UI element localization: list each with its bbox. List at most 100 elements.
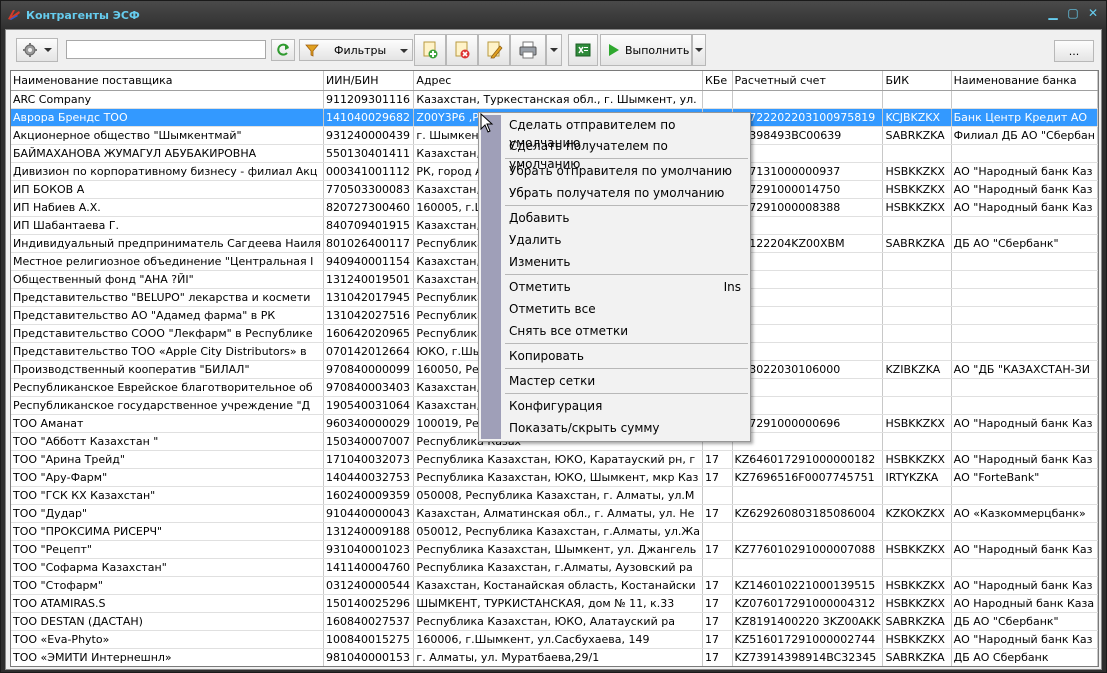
table-cell: 17	[702, 540, 733, 559]
menu-edit[interactable]: Изменить	[509, 253, 741, 271]
delete-record-button[interactable]	[446, 34, 478, 66]
table-row[interactable]: ТОО "Дудар" 910440000043 Казахстан, Алмати…	[11, 504, 1098, 523]
menu-set-default-receiver[interactable]: Сделать получателем по умолчанию	[509, 137, 741, 171]
table-cell	[732, 288, 884, 307]
filters-button[interactable]: Фильтры	[299, 39, 413, 61]
table-cell: 131042027516	[323, 306, 415, 325]
table-cell: 911209301116	[323, 90, 415, 109]
table-row[interactable]: ТОО "Софарма Казахстан" 141140004760 Респу…	[11, 558, 1098, 577]
table-cell: 17	[702, 504, 733, 523]
table-cell: KZ146010221000139515	[732, 576, 884, 595]
column-header[interactable]: Адрес	[413, 71, 704, 91]
chevron-down-icon	[695, 48, 703, 52]
menu-mark[interactable]: Отметить Ins	[509, 278, 741, 296]
table-cell: KZIBKZKA	[882, 360, 952, 379]
table-cell	[951, 378, 1098, 397]
table-cell: KZ646017291000000182	[732, 450, 884, 469]
column-header[interactable]: БИК	[882, 71, 952, 91]
table-cell: Банк Центр Кредит АО	[951, 108, 1098, 127]
execute-options-button[interactable]	[692, 34, 706, 66]
table-cell: ИП Шабантаева Г.	[11, 216, 325, 235]
excel-icon	[575, 43, 591, 57]
table-cell: KZ629260803185086004	[732, 504, 884, 523]
menu-remove-default-sender[interactable]: Убрать отправителя по умолчанию	[509, 162, 741, 180]
table-cell: Республика Казахстан, Шымкент, ул. Джанг…	[413, 540, 704, 559]
column-header[interactable]: Наименование поставщика	[11, 71, 325, 91]
table-row[interactable]: ТОО "Арина Трейд" 171040032073 Республика …	[11, 450, 1098, 469]
export-excel-button[interactable]	[568, 34, 598, 66]
table-cell	[882, 252, 952, 271]
table-row[interactable]: ТОО "ПРОКСИМА РИСЕРЧ" 131240009188 050012,…	[11, 522, 1098, 541]
chevron-down-icon	[44, 48, 52, 52]
maximize-icon[interactable]: ▢	[1066, 6, 1080, 20]
title-bar[interactable]: Контрагенты ЭСФ ▁ ▢ ✕	[1, 1, 1106, 29]
table-cell: KZ076017291000004312	[732, 594, 884, 613]
table-cell: ТОО «ЭМИТИ Интернешнл»	[11, 648, 325, 666]
menu-remove-default-receiver[interactable]: Убрать получателя по умолчанию	[509, 184, 741, 202]
menu-toggle-sum[interactable]: Показать/скрыть сумму	[509, 419, 741, 437]
table-cell: ИП БОКОВ А	[11, 180, 325, 199]
table-cell: 820727300460	[323, 198, 415, 217]
menu-unmark-all[interactable]: Снять все отметки	[509, 322, 741, 340]
table-cell	[882, 324, 952, 343]
menu-mark-all[interactable]: Отметить все	[509, 300, 741, 318]
settings-button[interactable]	[16, 38, 58, 62]
table-cell: БАЙМАХАНОВА ЖУМАГУЛ АБУБАКИРОВНА	[11, 144, 325, 163]
table-cell: KZ776010291000007088	[732, 540, 884, 559]
table-row[interactable]: ТОО «Eva-Phyto» 100840015275 160006, г.Шым…	[11, 630, 1098, 649]
add-record-button[interactable]	[414, 34, 446, 66]
table-cell: KZ7131000000937	[732, 162, 884, 181]
minimize-icon[interactable]: ▁	[1046, 6, 1060, 20]
table-cell: Казахстан, Туркестанская обл., г. Шымкен…	[413, 90, 704, 109]
table-cell: 910440000043	[323, 504, 415, 523]
table-cell	[702, 486, 733, 505]
column-header[interactable]: Расчетный счет	[732, 71, 884, 91]
table-cell: Республиканское Еврейское благотворитель…	[11, 378, 325, 397]
table-cell: KZ7291000000696	[732, 414, 884, 433]
menu-grid-wizard[interactable]: Мастер сетки	[509, 372, 741, 390]
print-button[interactable]	[510, 34, 546, 66]
print-options-button[interactable]	[546, 34, 562, 66]
column-header[interactable]: Наименование банка	[951, 71, 1098, 91]
table-cell: ДБ АО "Сбербанк"	[951, 234, 1098, 253]
menu-add[interactable]: Добавить	[509, 209, 741, 227]
table-cell: Филиал ДБ АО "Сбербан	[951, 126, 1098, 145]
menu-configuration[interactable]: Конфигурация	[509, 397, 741, 415]
close-icon[interactable]: ✕	[1086, 6, 1100, 20]
column-header[interactable]: ИИН/БИН	[323, 71, 415, 91]
table-cell: АО "Народный банк Каз	[951, 450, 1098, 469]
menu-copy[interactable]: Копировать	[509, 347, 741, 365]
table-cell	[951, 144, 1098, 163]
table-row[interactable]: ТОО "Ару-Фарм" 140440032753 Республика Каз…	[11, 468, 1098, 487]
table-cell: 17	[702, 576, 733, 595]
search-input[interactable]	[66, 40, 266, 59]
table-row[interactable]: ТОО "Рецепт" 931040001023 Республика Казах…	[11, 540, 1098, 559]
table-cell: KZ398493BC00639	[732, 126, 884, 145]
table-cell: ТОО "Стофарм"	[11, 576, 325, 595]
menu-separator	[505, 393, 748, 394]
execute-button[interactable]: Выполнить	[600, 34, 692, 66]
table-cell	[951, 522, 1098, 541]
refresh-button[interactable]	[271, 39, 295, 61]
table-cell	[951, 252, 1098, 271]
column-header[interactable]: КБе	[702, 71, 733, 91]
table-cell: KZKOKZKX	[882, 504, 952, 523]
menu-delete[interactable]: Удалить	[509, 231, 741, 249]
more-button[interactable]: ...	[1054, 40, 1094, 62]
table-row[interactable]: ARC Company 911209301116 Казахстан, Туркес…	[11, 90, 1098, 109]
edit-record-button[interactable]	[478, 34, 510, 66]
table-cell	[732, 486, 884, 505]
table-cell: ТОО "ГСК КХ Казахстан"	[11, 486, 325, 505]
chevron-down-icon[interactable]	[400, 49, 408, 53]
table-row[interactable]: ТОО «ЭМИТИ Интернешнл» 981040000153 г. Алм…	[11, 648, 1098, 666]
table-cell	[882, 432, 952, 451]
table-cell: Акционерное общество "Шымкентмай"	[11, 126, 325, 145]
table-row[interactable]: ТОО ATAMIRAS.S 150140025296 ШЫМКЕНТ, ТУРКИ…	[11, 594, 1098, 613]
table-row[interactable]: ТОО "ГСК КХ Казахстан" 160240009359 050008…	[11, 486, 1098, 505]
table-cell: 141140004760	[323, 558, 415, 577]
table-row[interactable]: ТОО DESTAN (ДАСТАН) 160840027537 Республик…	[11, 612, 1098, 631]
table-cell	[732, 558, 884, 577]
table-cell	[951, 324, 1098, 343]
menu-set-default-sender[interactable]: Сделать отправителем по умолчанию	[509, 116, 741, 150]
table-row[interactable]: ТОО "Стофарм" 031240000544 Казахстан, Кост…	[11, 576, 1098, 595]
